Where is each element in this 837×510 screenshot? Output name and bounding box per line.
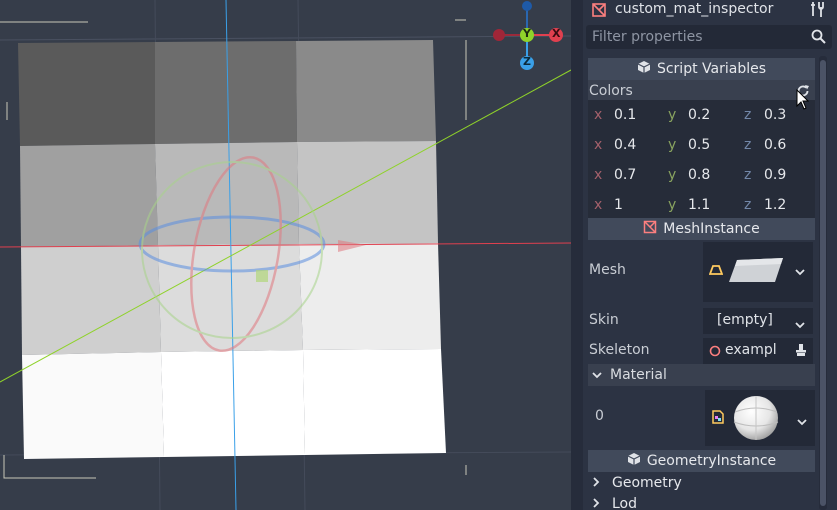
inspector-scrollbar-thumb[interactable] (820, 60, 826, 506)
category-mesh-instance: MeshInstance (588, 218, 815, 240)
split-divider[interactable] (571, 0, 583, 510)
vector-1-y[interactable]: 0.5 (688, 137, 710, 153)
vector-row-0: x 0.1 y 0.2 z 0.3 (588, 100, 815, 130)
property-colors[interactable]: Colors (588, 80, 815, 102)
chevron-down-icon (592, 367, 606, 383)
skin-value: [empty] (717, 312, 773, 328)
axis-x-label: x (594, 197, 603, 213)
axis-z-label: z (744, 197, 752, 213)
chevron-down-icon[interactable] (797, 414, 807, 430)
vector-3-z[interactable]: 1.2 (764, 197, 786, 213)
skeleton-node-path[interactable]: exampl (703, 338, 813, 364)
property-mesh: Mesh (588, 242, 815, 302)
chevron-down-icon[interactable] (795, 264, 805, 280)
vector-0-x[interactable]: 0.1 (614, 107, 636, 123)
filter-properties[interactable] (586, 25, 832, 49)
lod-label: Lod (612, 496, 638, 510)
section-lod[interactable]: Lod (588, 493, 815, 510)
inspector-panel: custom_mat_inspector Script Variables Co… (583, 0, 837, 510)
chevron-right-icon (592, 475, 606, 491)
axis-y-label: y (668, 137, 677, 153)
filter-input[interactable] (586, 25, 802, 49)
axis-y-label: y (668, 107, 677, 123)
gizmo-y-label: Y (523, 27, 531, 40)
script-variables-label: Script Variables (656, 61, 767, 77)
category-script-variables: Script Variables (588, 58, 815, 80)
chevron-down-icon[interactable] (795, 317, 805, 333)
axis-x-label: x (594, 137, 603, 153)
mesh-resource-picker[interactable] (703, 242, 813, 302)
material-resource-picker[interactable] (705, 390, 815, 446)
skin-label: Skin (589, 312, 619, 328)
colors-label: Colors (589, 83, 633, 99)
gizmo-z-label: Z (523, 55, 531, 68)
skin-resource-picker[interactable]: [empty] (703, 308, 813, 334)
vector-row-3: x1 y 1.1 z 1.2 (588, 190, 815, 220)
material-label: Material (610, 367, 667, 383)
property-skin: Skin [empty] (588, 308, 815, 334)
gizmo-x-label: X (552, 27, 561, 40)
axis-x-label: x (594, 167, 603, 183)
skeleton-value: exampl (725, 342, 777, 358)
mesh-label: Mesh (589, 262, 626, 278)
mesh-instance-icon (591, 2, 607, 22)
geometry-label: Geometry (612, 475, 682, 491)
vector-0-z[interactable]: 0.3 (764, 107, 786, 123)
property-skeleton: Skeleton exampl (588, 338, 815, 364)
axis-z-label: z (744, 137, 752, 153)
mesh-instance-label: MeshInstance (663, 221, 760, 237)
plane-mesh (18, 40, 446, 459)
axis-y-label: y (668, 167, 677, 183)
shader-material-icon (711, 410, 725, 428)
vector-2-z[interactable]: 0.9 (764, 167, 786, 183)
inspector-node-header: custom_mat_inspector (583, 0, 837, 22)
mouse-cursor-icon (796, 88, 810, 115)
cube-icon (637, 60, 651, 78)
vector-3-y[interactable]: 1.1 (688, 197, 710, 213)
viewport-scene (0, 0, 571, 510)
clear-icon[interactable] (795, 343, 807, 361)
material-preview (731, 394, 781, 446)
vector-0-y[interactable]: 0.2 (688, 107, 710, 123)
vector-3-x[interactable]: 1 (614, 197, 623, 213)
mesh-instance-icon (643, 220, 657, 238)
3d-viewport[interactable]: Y X Z (0, 0, 571, 510)
axis-z-label: z (744, 167, 752, 183)
skeleton-label: Skeleton (589, 342, 650, 358)
section-material[interactable]: Material (588, 364, 815, 386)
axis-z-label: z (744, 107, 752, 123)
node-icon (709, 345, 721, 361)
section-geometry[interactable]: Geometry (588, 472, 815, 494)
vector-row-2: x 0.7 y 0.8 z 0.9 (588, 160, 815, 190)
vector-1-z[interactable]: 0.6 (764, 137, 786, 153)
axis-x-label: x (594, 107, 603, 123)
property-material-0: 0 (588, 390, 815, 446)
vector-2-x[interactable]: 0.7 (614, 167, 636, 183)
search-icon[interactable] (811, 29, 826, 48)
vector-2-y[interactable]: 0.8 (688, 167, 710, 183)
geometry-instance-label: GeometryInstance (646, 453, 777, 469)
vector-row-1: x 0.4 y 0.5 z 0.6 (588, 130, 815, 160)
mesh-preview (727, 256, 785, 290)
chevron-right-icon (592, 496, 606, 510)
node-name: custom_mat_inspector (615, 1, 774, 17)
orientation-gizmo[interactable]: Y X Z (490, 0, 565, 75)
category-geometry-instance: GeometryInstance (588, 450, 815, 472)
vector-1-x[interactable]: 0.4 (614, 137, 636, 153)
material-index: 0 (595, 408, 604, 424)
plane-mesh-icon (708, 264, 724, 280)
axis-y-label: y (668, 197, 677, 213)
cube-icon (627, 452, 641, 470)
tools-icon[interactable] (809, 1, 825, 23)
